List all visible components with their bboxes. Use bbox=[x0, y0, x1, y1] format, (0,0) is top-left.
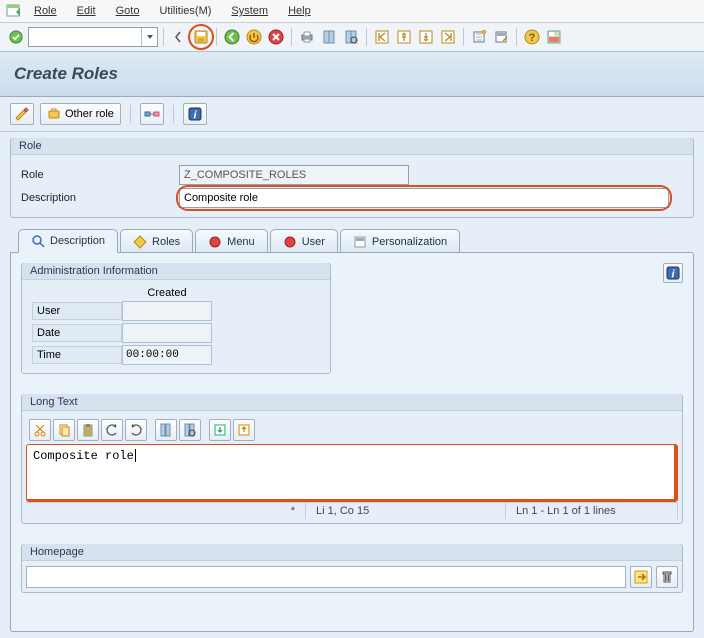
back-button[interactable] bbox=[222, 27, 242, 47]
system-toolbar: ? bbox=[0, 23, 704, 52]
menu-help[interactable]: Help bbox=[280, 3, 319, 19]
role-field[interactable] bbox=[179, 165, 409, 185]
tab-user[interactable]: User bbox=[270, 229, 338, 253]
admin-user-value bbox=[122, 301, 212, 321]
new-session-button[interactable] bbox=[469, 27, 489, 47]
long-text-groupbox: Long Text Composite role bbox=[21, 394, 683, 524]
other-role-button[interactable]: Other role bbox=[40, 103, 121, 125]
main-content: Role Role Description Description Roles bbox=[0, 132, 704, 638]
prev-page-button[interactable] bbox=[394, 27, 414, 47]
role-label: Role bbox=[21, 169, 171, 181]
personalization-icon bbox=[353, 235, 367, 249]
load-local-button[interactable] bbox=[209, 419, 231, 441]
find-button[interactable] bbox=[319, 27, 339, 47]
editor-statusline: * Li 1, Co 15 Ln 1 - Ln 1 of 1 lines bbox=[26, 502, 678, 519]
tabstrip: Description Roles Menu User Personalizat… bbox=[10, 228, 694, 252]
status-modified: * bbox=[26, 503, 306, 519]
status-position: Li 1, Co 15 bbox=[306, 503, 506, 519]
svg-text:?: ? bbox=[529, 32, 536, 44]
admin-info-groupbox: Administration Information Created User … bbox=[21, 263, 331, 374]
description-field[interactable] bbox=[179, 188, 669, 208]
find-text-button[interactable] bbox=[155, 419, 177, 441]
menu-system[interactable]: System bbox=[223, 3, 276, 19]
status-lines: Ln 1 - Ln 1 of 1 lines bbox=[506, 503, 678, 519]
homepage-field[interactable] bbox=[26, 566, 626, 588]
admin-date-value bbox=[122, 323, 212, 343]
info-button[interactable]: i bbox=[663, 263, 683, 283]
last-page-button[interactable] bbox=[438, 27, 458, 47]
menu-edit[interactable]: Edit bbox=[69, 3, 104, 19]
cancel-button[interactable] bbox=[266, 27, 286, 47]
long-text-toolbar bbox=[26, 416, 678, 444]
shortcut-button[interactable] bbox=[491, 27, 511, 47]
menu-utilities[interactable]: Utilities(M) bbox=[151, 3, 219, 19]
homepage-go-button[interactable] bbox=[630, 566, 652, 588]
magnifier-icon bbox=[31, 234, 45, 248]
paste-button[interactable] bbox=[77, 419, 99, 441]
menu-goto[interactable]: Goto bbox=[108, 3, 148, 19]
menu-role[interactable]: Role bbox=[26, 3, 65, 19]
application-toolbar: Other role i bbox=[0, 97, 704, 132]
save-button[interactable] bbox=[191, 27, 211, 47]
cut-button[interactable] bbox=[29, 419, 51, 441]
admin-time-label: Time bbox=[32, 346, 122, 364]
homepage-groupbox: Homepage bbox=[21, 544, 683, 593]
command-input[interactable] bbox=[29, 28, 139, 46]
find-next-button[interactable] bbox=[341, 27, 361, 47]
status-red-icon bbox=[283, 235, 297, 249]
tab-personalization[interactable]: Personalization bbox=[340, 229, 460, 253]
homepage-delete-button[interactable] bbox=[656, 566, 678, 588]
copy-button[interactable] bbox=[53, 419, 75, 441]
find-replace-button[interactable] bbox=[179, 419, 201, 441]
enter-button[interactable] bbox=[6, 27, 26, 47]
tab-menu[interactable]: Menu bbox=[195, 229, 268, 253]
long-text-editor[interactable]: Composite role bbox=[26, 444, 678, 502]
help-button[interactable]: ? bbox=[522, 27, 542, 47]
admin-date-label: Date bbox=[32, 324, 122, 342]
admin-time-value bbox=[122, 345, 212, 365]
admin-info-title: Administration Information bbox=[22, 263, 330, 280]
undo-button[interactable] bbox=[101, 419, 123, 441]
command-field[interactable] bbox=[28, 27, 158, 47]
layout-button[interactable] bbox=[544, 27, 564, 47]
exit-button[interactable] bbox=[244, 27, 264, 47]
long-text-title: Long Text bbox=[22, 394, 682, 411]
description-label: Description bbox=[21, 192, 171, 204]
long-text-content: Composite role bbox=[33, 449, 136, 463]
page-title: Create Roles bbox=[14, 64, 690, 84]
first-page-button[interactable] bbox=[372, 27, 392, 47]
next-page-button[interactable] bbox=[416, 27, 436, 47]
created-heading: Created bbox=[122, 287, 212, 299]
toggle-display-change-button[interactable] bbox=[10, 103, 34, 125]
title-area: Create Roles bbox=[0, 52, 704, 97]
role-groupbox: Role Role Description bbox=[10, 138, 694, 218]
status-red-icon bbox=[208, 235, 222, 249]
tab-roles[interactable]: Roles bbox=[120, 229, 193, 253]
back-prev-icon[interactable] bbox=[169, 27, 189, 47]
role-group-title: Role bbox=[11, 138, 693, 155]
inheritance-button[interactable] bbox=[140, 103, 164, 125]
admin-user-label: User bbox=[32, 302, 122, 320]
diamond-yellow-icon bbox=[133, 235, 147, 249]
print-button[interactable] bbox=[297, 27, 317, 47]
redo-button[interactable] bbox=[125, 419, 147, 441]
homepage-title: Homepage bbox=[22, 544, 682, 561]
menu-bar: Role Edit Goto Utilities(M) System Help bbox=[0, 0, 704, 23]
save-local-button[interactable] bbox=[233, 419, 255, 441]
tab-description[interactable]: Description bbox=[18, 229, 118, 253]
window-menu-icon[interactable] bbox=[6, 3, 22, 19]
information-button[interactable]: i bbox=[183, 103, 207, 125]
command-dropdown-icon[interactable] bbox=[141, 28, 157, 46]
tab-panel-description: i Administration Information Created Use… bbox=[10, 252, 694, 632]
other-role-label: Other role bbox=[65, 108, 114, 120]
